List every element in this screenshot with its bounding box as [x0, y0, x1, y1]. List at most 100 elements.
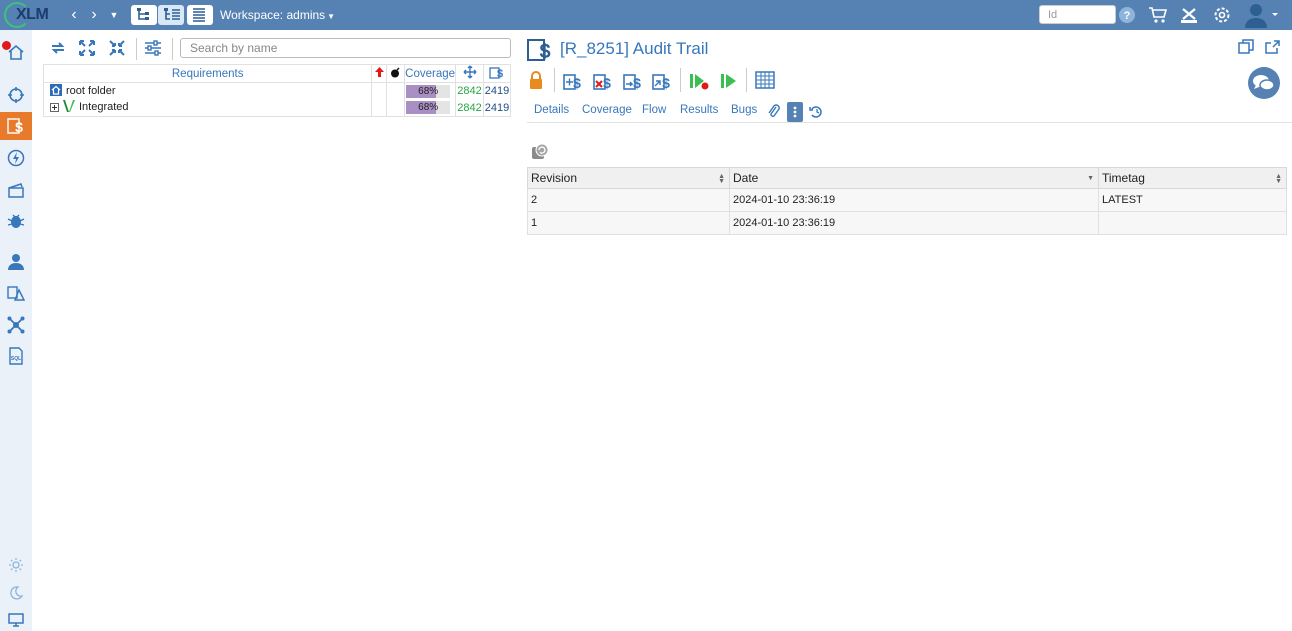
dark-theme-icon[interactable]	[8, 585, 24, 601]
tree-view-button[interactable]	[131, 5, 157, 25]
svg-text:$: $	[15, 119, 23, 135]
sort-both-icon: ▲ ▼	[1275, 173, 1282, 185]
detail-tabs: Details Coverage Flow Results Bugs	[527, 100, 1292, 123]
tree-row-label: Integrated	[79, 101, 129, 114]
share-icon[interactable]	[1265, 39, 1281, 55]
bomb-icon	[391, 67, 400, 77]
id-search-input[interactable]	[1039, 5, 1116, 24]
revision-column-header[interactable]: Revision ▲ ▼	[527, 167, 730, 189]
settings-gear-icon[interactable]	[1212, 5, 1232, 25]
tab-bugs[interactable]: Bugs	[731, 104, 757, 116]
expand-all-icon[interactable]	[78, 39, 98, 59]
run-icon[interactable]	[718, 70, 740, 92]
tree-row-label-cell[interactable]: root folder	[42, 82, 373, 100]
svg-text:$: $	[497, 68, 503, 79]
table-header-row: Revision ▲ ▼ Date ▼ Timetag ▲ ▼	[527, 167, 1287, 189]
attachment-icon[interactable]	[766, 102, 782, 122]
bomb-column-header[interactable]	[386, 64, 406, 83]
svg-text:$: $	[662, 75, 670, 91]
sidebar-item-shapes[interactable]	[0, 279, 32, 307]
timetag-cell	[1098, 211, 1287, 235]
requirements-column-header[interactable]: Requirements	[42, 64, 373, 83]
chevron-down-icon: ▼	[327, 12, 336, 21]
sidebar-item-lightning[interactable]	[0, 144, 32, 172]
copy-requirement-icon[interactable]: $	[651, 70, 673, 92]
sidebar-item-requirements[interactable]: $	[0, 112, 32, 140]
add-requirement-icon[interactable]: $	[562, 70, 584, 92]
expand-plus-icon[interactable]	[50, 103, 59, 115]
collapse-all-icon[interactable]	[108, 39, 128, 59]
delete-requirement-icon[interactable]: $	[592, 70, 614, 92]
xlm-logo[interactable]: XLM	[4, 2, 56, 28]
svg-text:$: $	[573, 75, 581, 91]
chat-bubble-button[interactable]	[1248, 67, 1280, 99]
tab-flow[interactable]: Flow	[642, 104, 666, 116]
date-cell: 2024-01-10 23:36:19	[729, 188, 1099, 212]
table-row[interactable]: 1 2024-01-10 23:36:19	[527, 211, 1287, 235]
coverage-column-header[interactable]: Coverage	[404, 64, 457, 83]
sidebar-item-clapperboard[interactable]	[0, 176, 32, 204]
history-icon[interactable]	[808, 102, 824, 122]
flow-column-header[interactable]	[455, 64, 484, 83]
sidebar-item-users[interactable]	[0, 248, 32, 276]
run-with-bug-icon[interactable]	[688, 70, 710, 92]
top-bar: XLM ‹ › ▼ Workspace: admins▼ ?	[0, 0, 1292, 30]
flow-count: 2842	[455, 99, 484, 117]
history-dropdown-icon[interactable]: ▼	[106, 6, 122, 24]
timetag-column-header[interactable]: Timetag ▲ ▼	[1098, 167, 1287, 189]
svg-text:$: $	[603, 75, 611, 91]
tree-row-label-cell[interactable]: Integrated	[42, 99, 373, 117]
revision-cell: 1	[527, 211, 730, 235]
requirement-count: 2419	[483, 99, 511, 117]
tools-icon[interactable]	[1179, 5, 1199, 25]
help-icon[interactable]: ?	[1118, 6, 1138, 26]
workspace-label: Workspace: admins	[220, 8, 326, 22]
svg-text:$: $	[633, 75, 641, 91]
tree-row[interactable]: Integrated 68% 2842 2419	[42, 99, 511, 117]
svg-text:$: $	[539, 41, 550, 63]
light-theme-icon[interactable]	[8, 557, 24, 573]
filter-settings-icon[interactable]	[144, 39, 164, 59]
search-by-name-input[interactable]	[180, 38, 511, 58]
date-column-header[interactable]: Date ▼	[729, 167, 1099, 189]
sidebar-item-sql[interactable]: SQL	[0, 342, 32, 370]
tree-row-label: root folder	[66, 84, 116, 97]
list-view-button[interactable]	[187, 5, 213, 25]
flow-count: 2842	[455, 82, 484, 100]
back-arrow-icon[interactable]: ‹	[66, 6, 82, 24]
priority-arrow-icon	[374, 67, 384, 77]
requirement-count-column-header[interactable]: $	[483, 64, 511, 83]
move-requirement-icon[interactable]: $	[622, 70, 644, 92]
requirement-icon: $	[527, 37, 553, 63]
left-sidebar: $ SQL	[0, 30, 32, 631]
integrated-folder-icon	[63, 100, 75, 115]
tab-coverage[interactable]: Coverage	[582, 104, 632, 116]
sidebar-item-home[interactable]	[0, 38, 32, 66]
requirement-dollar-icon: $	[489, 67, 503, 80]
sidebar-item-network[interactable]	[0, 311, 32, 339]
refresh-icon[interactable]	[531, 143, 549, 161]
requirement-count: 2419	[483, 82, 511, 100]
svg-text:SQL: SQL	[11, 356, 21, 362]
svg-text:?: ?	[1124, 10, 1131, 22]
calendar-grid-icon[interactable]	[755, 70, 777, 92]
requirements-tree: Requirements Coverage $ root folder 68% …	[42, 64, 511, 117]
copy-window-icon[interactable]	[1238, 39, 1254, 55]
lock-icon[interactable]	[527, 70, 549, 92]
priority-column-header[interactable]	[371, 64, 388, 83]
tab-results[interactable]: Results	[680, 104, 718, 116]
user-avatar[interactable]	[1244, 2, 1280, 28]
forward-arrow-icon[interactable]: ›	[86, 6, 102, 24]
cart-icon[interactable]	[1148, 5, 1168, 25]
system-theme-icon[interactable]	[8, 612, 24, 628]
workspace-selector[interactable]: Workspace: admins ▼	[220, 8, 335, 22]
sidebar-item-bugs[interactable]	[0, 207, 32, 235]
tab-audit-trail[interactable]	[787, 102, 803, 122]
tree-row[interactable]: root folder 68% 2842 2419	[42, 82, 511, 100]
flow-arrows-icon	[463, 65, 477, 79]
tree-list-view-button[interactable]	[158, 5, 184, 25]
sidebar-item-target[interactable]	[0, 81, 32, 109]
sync-icon[interactable]	[49, 39, 69, 59]
tab-details[interactable]: Details	[534, 104, 569, 116]
table-row[interactable]: 2 2024-01-10 23:36:19 LATEST	[527, 188, 1287, 212]
